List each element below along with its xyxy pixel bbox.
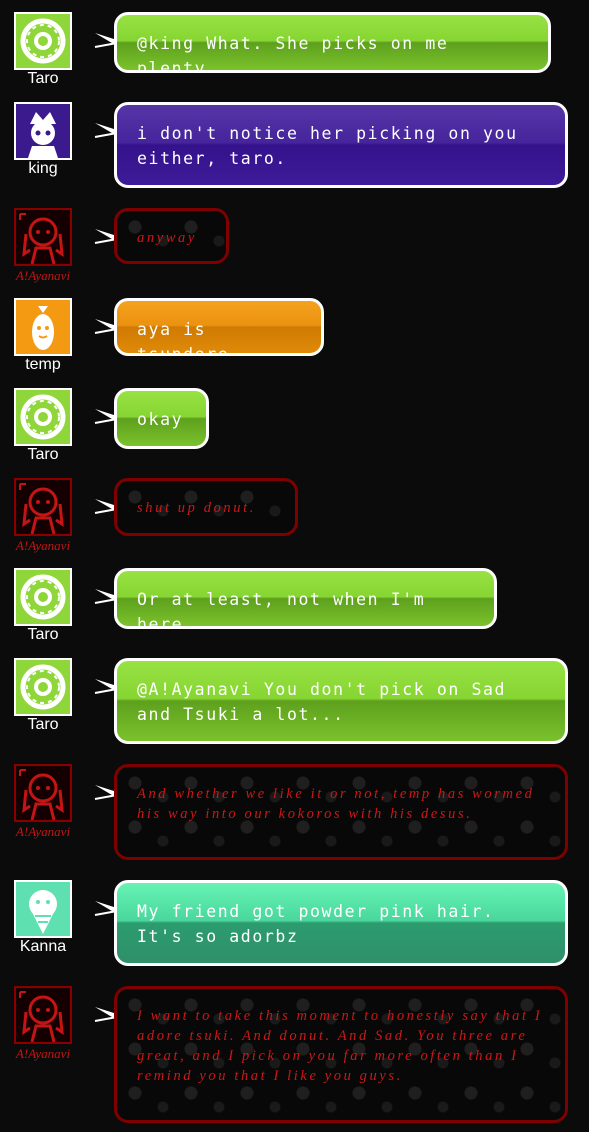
user-avatar[interactable]: [14, 208, 72, 266]
user-name[interactable]: Kanna: [0, 938, 86, 956]
message-bubble: aya is tsundere: [114, 298, 324, 356]
red-character-icon: [16, 480, 70, 534]
user-avatar[interactable]: [14, 388, 72, 446]
message-bubble: @king What. She picks on me plenty: [114, 12, 551, 73]
user-name[interactable]: Taro: [0, 446, 86, 464]
user-avatar[interactable]: [14, 478, 72, 536]
user-name[interactable]: Taro: [0, 716, 86, 734]
message-bubble: @A!Ayanavi You don't pick on Sad and Tsu…: [114, 658, 568, 744]
user-avatar[interactable]: [14, 880, 72, 938]
king-avatar-icon: [16, 104, 70, 158]
user-avatar[interactable]: [14, 658, 72, 716]
fried-shrimp-icon: [16, 300, 70, 354]
user-name[interactable]: A!Ayanavi: [0, 1046, 86, 1062]
message-text: My friend got powder pink hair. It's so …: [137, 902, 507, 946]
user-name[interactable]: A!Ayanavi: [0, 538, 86, 554]
red-character-icon: [16, 210, 70, 264]
message-bubble: My friend got powder pink hair. It's so …: [114, 880, 568, 966]
message-text: shut up donut.: [137, 500, 256, 516]
user-avatar[interactable]: [14, 986, 72, 1044]
message-text: okay: [137, 410, 184, 429]
red-character-icon: [16, 988, 70, 1042]
user-avatar[interactable]: [14, 12, 72, 70]
message-text: anyway: [137, 230, 197, 246]
message-text: @king What. She picks on me plenty: [137, 34, 460, 73]
user-name[interactable]: king: [0, 160, 86, 178]
chat-log: Taro @king What. She picks on me plenty ki…: [0, 0, 589, 1132]
message-bubble: Or at least, not when I'm here.: [114, 568, 497, 629]
message-bubble: i don't notice her picking on you either…: [114, 102, 568, 188]
user-name[interactable]: Taro: [0, 70, 86, 88]
red-character-icon: [16, 766, 70, 820]
message-text: aya is tsundere: [137, 320, 230, 356]
donut-icon: [16, 660, 70, 714]
message-bubble: And whether we like it or not, temp has …: [114, 764, 568, 860]
user-avatar[interactable]: [14, 102, 72, 160]
message-text: Or at least, not when I'm here.: [137, 590, 437, 629]
user-avatar[interactable]: [14, 764, 72, 822]
user-avatar[interactable]: [14, 298, 72, 356]
user-name[interactable]: A!Ayanavi: [0, 268, 86, 284]
message-text: i don't notice her picking on you either…: [137, 124, 530, 168]
user-name[interactable]: Taro: [0, 626, 86, 644]
user-name[interactable]: temp: [0, 356, 86, 374]
donut-icon: [16, 570, 70, 624]
user-name[interactable]: A!Ayanavi: [0, 824, 86, 840]
ice-cream-cone-icon: [16, 882, 70, 936]
user-avatar[interactable]: [14, 568, 72, 626]
message-text: I want to take this moment to honestly s…: [137, 1008, 549, 1084]
message-text: @A!Ayanavi You don't pick on Sad and Tsu…: [137, 680, 518, 724]
message-bubble: okay: [114, 388, 209, 449]
donut-icon: [16, 14, 70, 68]
message-bubble: I want to take this moment to honestly s…: [114, 986, 568, 1123]
message-bubble: shut up donut.: [114, 478, 298, 536]
message-text: And whether we like it or not, temp has …: [137, 786, 541, 822]
message-bubble: anyway: [114, 208, 229, 264]
donut-icon: [16, 390, 70, 444]
